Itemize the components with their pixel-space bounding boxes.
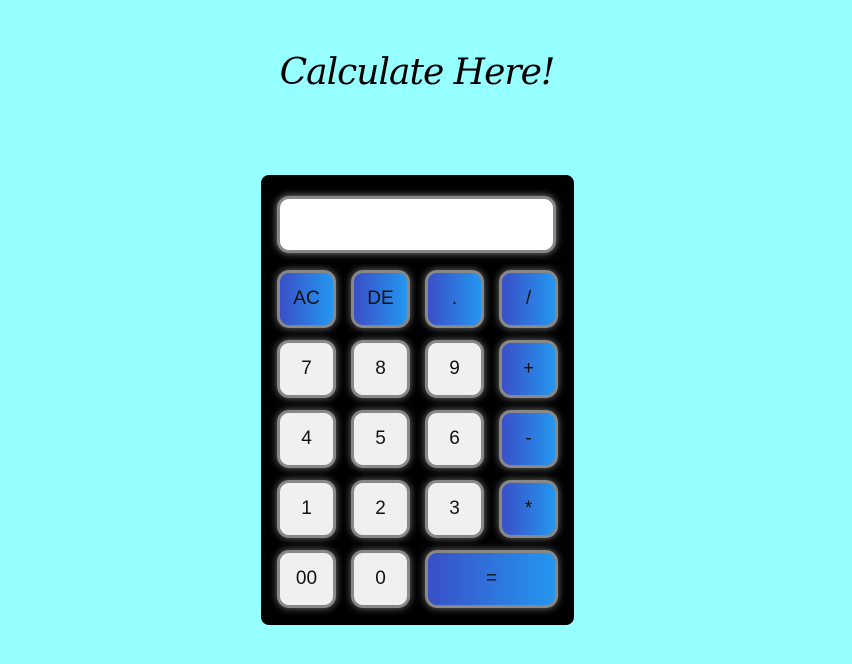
calculator: AC DE . / 7 8 9 + 4 5 6 - 1 2 3 * 00 0 =	[261, 175, 574, 625]
multiply-button[interactable]: *	[499, 480, 558, 538]
all-clear-button[interactable]: AC	[277, 270, 336, 328]
delete-button[interactable]: DE	[351, 270, 410, 328]
digit-0-button[interactable]: 0	[351, 550, 410, 608]
digit-1-button[interactable]: 1	[277, 480, 336, 538]
divide-button[interactable]: /	[499, 270, 558, 328]
double-zero-button[interactable]: 00	[277, 550, 336, 608]
digit-7-button[interactable]: 7	[277, 340, 336, 398]
equals-button[interactable]: =	[425, 550, 558, 608]
digit-3-button[interactable]: 3	[425, 480, 484, 538]
digit-6-button[interactable]: 6	[425, 410, 484, 468]
add-button[interactable]: +	[499, 340, 558, 398]
decimal-point-button[interactable]: .	[425, 270, 484, 328]
digit-5-button[interactable]: 5	[351, 410, 410, 468]
subtract-button[interactable]: -	[499, 410, 558, 468]
digit-8-button[interactable]: 8	[351, 340, 410, 398]
calculator-display[interactable]	[277, 196, 556, 253]
digit-2-button[interactable]: 2	[351, 480, 410, 538]
digit-9-button[interactable]: 9	[425, 340, 484, 398]
digit-4-button[interactable]: 4	[277, 410, 336, 468]
page-title: Calculate Here!	[279, 52, 556, 93]
